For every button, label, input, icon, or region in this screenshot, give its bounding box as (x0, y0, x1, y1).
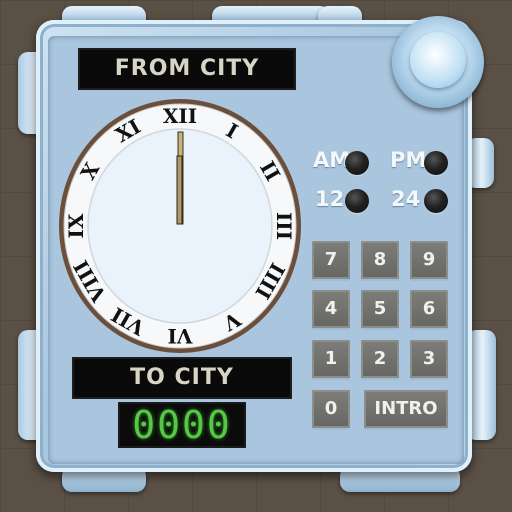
key-9[interactable]: 9 (410, 241, 448, 279)
clock-numeral-6: VI (168, 324, 194, 348)
indicator-lamp-12 (345, 189, 369, 213)
key-7[interactable]: 7 (312, 241, 350, 279)
indicator-label-24: 24 (391, 187, 421, 211)
key-5[interactable]: 5 (361, 290, 399, 328)
indicator-lamp-pm (424, 151, 448, 175)
clock-numeral-12: XII (163, 104, 197, 128)
indicator-label-12: 12 (315, 187, 345, 211)
key-1[interactable]: 1 (312, 340, 350, 378)
key-4[interactable]: 4 (312, 290, 350, 328)
intro-button[interactable]: INTRO (364, 390, 448, 428)
key-6[interactable]: 6 (410, 290, 448, 328)
key-3[interactable]: 3 (410, 340, 448, 378)
indicator-lamp-24 (424, 189, 448, 213)
clock-numeral-9: IX (64, 213, 88, 238)
to-city-label: TO CITY (72, 357, 292, 399)
clock-hour-hand (176, 155, 183, 225)
clock-numeral-3: III (272, 212, 296, 240)
key-0[interactable]: 0 (312, 390, 350, 428)
knob-cap (410, 32, 466, 88)
indicator-lamp-am (345, 151, 369, 175)
destination-digit-display: 0000 (118, 402, 246, 448)
indicator-label-pm: PM (390, 148, 427, 172)
control-knob[interactable] (392, 16, 484, 108)
from-city-label: FROM CITY (78, 48, 296, 90)
key-2[interactable]: 2 (361, 340, 399, 378)
key-8[interactable]: 8 (361, 241, 399, 279)
clock-face[interactable]: XIIIIIIIIIIIIVVIVIIVIIIIXXXI (56, 96, 304, 356)
